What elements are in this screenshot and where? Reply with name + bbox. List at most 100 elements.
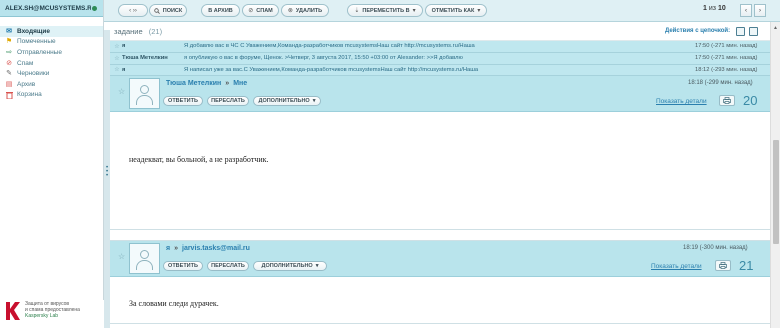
star-icon[interactable]: ☆ <box>112 55 122 62</box>
inbox-icon: ✉ <box>6 27 12 35</box>
chain-actions-link[interactable]: Действия с цепочкой: <box>665 28 730 34</box>
message-time: 17:50 (-271 мин. назад) <box>695 43 758 50</box>
message-number: 20 <box>743 93 758 109</box>
sender-name[interactable]: я <box>166 245 170 252</box>
folder-label: Корзина <box>17 91 42 99</box>
arrow-icon: » <box>225 80 230 88</box>
account-header[interactable]: ALEX.SH@MCUSYSTEMS.R <box>0 0 103 17</box>
forward-button[interactable]: ПЕРЕСЛАТЬ <box>207 96 249 107</box>
sent-icon: ⇨ <box>6 48 12 56</box>
delete-icon: ⊗ <box>287 8 293 14</box>
star-icon[interactable]: ☆ <box>118 87 125 96</box>
recipient-name[interactable]: jarvis.tasks@mail.ru <box>182 245 250 252</box>
message-participants: я » jarvis.tasks@mail.ru <box>166 245 250 252</box>
star-icon[interactable]: ☆ <box>112 66 122 73</box>
splitter-grip-icon[interactable]: • • • <box>105 165 109 180</box>
prev-page-button[interactable]: ‹ <box>740 4 752 17</box>
delete-label: УДАЛИТЬ <box>295 7 323 14</box>
kaspersky-text: Защита от вирусов и спама предоставлена … <box>25 301 80 328</box>
thread-header: задание (21) Действия с цепочкой: <box>110 22 770 41</box>
thread-view: задание (21) Действия с цепочкой: ☆ я Я … <box>110 22 770 328</box>
show-details-link[interactable]: Показать детали <box>651 263 702 270</box>
print-icon[interactable] <box>749 27 758 36</box>
show-details-link[interactable]: Показать детали <box>656 98 707 105</box>
folder-label: Спам <box>17 59 34 67</box>
folder-spam[interactable]: ⊘ Спам <box>0 58 103 69</box>
subject-text: задание <box>114 26 143 36</box>
star-icon[interactable]: ☆ <box>118 252 125 261</box>
kaspersky-logo-icon <box>4 300 22 322</box>
message-body: неадекват, вы больной, а не разработчик. <box>129 155 269 165</box>
kaspersky-brand[interactable]: Kaspersky Lab <box>25 313 80 319</box>
recipient-name[interactable]: Мне <box>233 80 247 87</box>
avatar <box>129 243 160 275</box>
folder-sent[interactable]: ⇨ Отправленные <box>0 47 103 58</box>
message-number: 21 <box>739 258 754 274</box>
folder-flagged[interactable]: ⚑ Помеченные <box>0 37 103 48</box>
next-page-button[interactable]: › <box>754 4 766 17</box>
folder-label: Помеченные <box>17 38 56 46</box>
folder-drafts[interactable]: ✎ Черновики <box>0 68 103 79</box>
chevron-left-icon: ‹ <box>745 7 747 14</box>
print-button[interactable] <box>715 260 731 272</box>
toolbar: ‹ ›› ПОИСК В АРХИВ ⊘ СПАМ ⊗ УДАЛИТЬ ⇣ ПЕ… <box>104 0 780 22</box>
star-icon[interactable]: ☆ <box>112 43 122 50</box>
collapsed-message-row[interactable]: ☆ я Я добавлю вас в ЧС С Уважением,Коман… <box>110 41 770 53</box>
mark-as-dropdown[interactable]: ОТМЕТИТЬ КАК ▾ <box>425 4 487 17</box>
scrollbar[interactable]: ▲ <box>770 22 780 328</box>
save-icon[interactable] <box>736 27 745 36</box>
message-time: 17:50 (-271 мин. назад) <box>695 55 758 62</box>
spam-button[interactable]: ⊘ СПАМ <box>242 4 279 17</box>
collapsed-message-row[interactable]: ☆ Тюша Метелкин я опубликую о вас в фору… <box>110 52 770 65</box>
nav-arrows-icon: ‹ ›› <box>129 7 137 14</box>
navigation-button[interactable]: ‹ ›› <box>118 4 148 17</box>
mark-label: ОТМЕТИТЬ КАК <box>431 7 475 14</box>
archive-label: В АРХИВ <box>208 7 233 14</box>
folder-label: Отправленные <box>17 48 62 56</box>
folder-trash[interactable]: Корзина <box>0 90 103 101</box>
expanded-message: ☆ Тюша Метелкин » Мне ОТВЕТИТЬ ПЕРЕСЛАТЬ… <box>110 76 770 231</box>
pager-current: 1 <box>703 5 707 12</box>
search-icon <box>154 7 160 14</box>
kaspersky-banner[interactable]: Защита от вирусов и спама предоставлена … <box>0 300 104 328</box>
pager: 1 из 10 <box>703 5 726 12</box>
flag-icon: ⚑ <box>5 38 13 46</box>
folder-inbox[interactable]: ✉ Входящие <box>0 26 103 37</box>
sender-name[interactable]: Тюша Метелкин <box>166 80 221 87</box>
archive-button[interactable]: В АРХИВ <box>201 4 240 17</box>
folder-archive[interactable]: ▤ Архив <box>0 79 103 90</box>
spam-icon: ⊘ <box>248 8 254 14</box>
folder-list: ✉ Входящие ⚑ Помеченные ⇨ Отправленные ⊘ Спа… <box>0 26 103 100</box>
drafts-icon: ✎ <box>6 70 12 78</box>
pager-total: 10 <box>717 5 726 12</box>
search-label: ПОИСК <box>162 7 183 14</box>
chevron-down-icon: ▾ <box>412 8 416 14</box>
account-name[interactable]: ALEX.SH@MCUSYSTEMS.R <box>5 5 91 12</box>
move-label: ПЕРЕМЕСТИТЬ В <box>362 7 410 14</box>
scroll-up-icon[interactable]: ▲ <box>773 25 778 31</box>
message-snippet: Я написал уже за вас.С Уважением,Команда… <box>184 66 479 73</box>
avatar <box>129 78 160 110</box>
search-button[interactable]: ПОИСК <box>149 4 187 17</box>
reply-button[interactable]: ОТВЕТИТЬ <box>163 261 203 272</box>
reply-button[interactable]: ОТВЕТИТЬ <box>163 96 203 107</box>
archive-icon: ▤ <box>5 80 13 88</box>
print-button[interactable] <box>719 95 735 107</box>
move-to-dropdown[interactable]: ⇣ ПЕРЕМЕСТИТЬ В ▾ <box>347 4 423 17</box>
chevron-down-icon: ▾ <box>312 98 316 105</box>
scrollbar-thumb[interactable] <box>773 140 779 244</box>
trash-icon <box>5 91 13 99</box>
message-snippet: я опубликую о вас в форуме, Щенок. >Четв… <box>184 55 463 62</box>
collapsed-message-row[interactable]: ☆ я Я написал уже за вас.С Уважением,Ком… <box>110 64 770 77</box>
spam-icon: ⊘ <box>6 59 12 67</box>
sidebar: ALEX.SH@MCUSYSTEMS.R ✉ Входящие ⚑ Помеченн… <box>0 0 104 328</box>
folder-label: Архив <box>17 80 36 88</box>
print-icon <box>719 262 727 270</box>
thread-header-icons <box>736 27 758 36</box>
more-dropdown[interactable]: ДОПОЛНИТЕЛЬНО ▾ <box>253 96 321 107</box>
move-icon: ⇣ <box>354 8 360 14</box>
thread-subject: задание (21) <box>114 27 162 36</box>
forward-button[interactable]: ПЕРЕСЛАТЬ <box>207 261 249 272</box>
more-dropdown[interactable]: ДОПОЛНИТЕЛЬНО ▾ <box>253 261 327 272</box>
delete-button[interactable]: ⊗ УДАЛИТЬ <box>281 4 329 17</box>
